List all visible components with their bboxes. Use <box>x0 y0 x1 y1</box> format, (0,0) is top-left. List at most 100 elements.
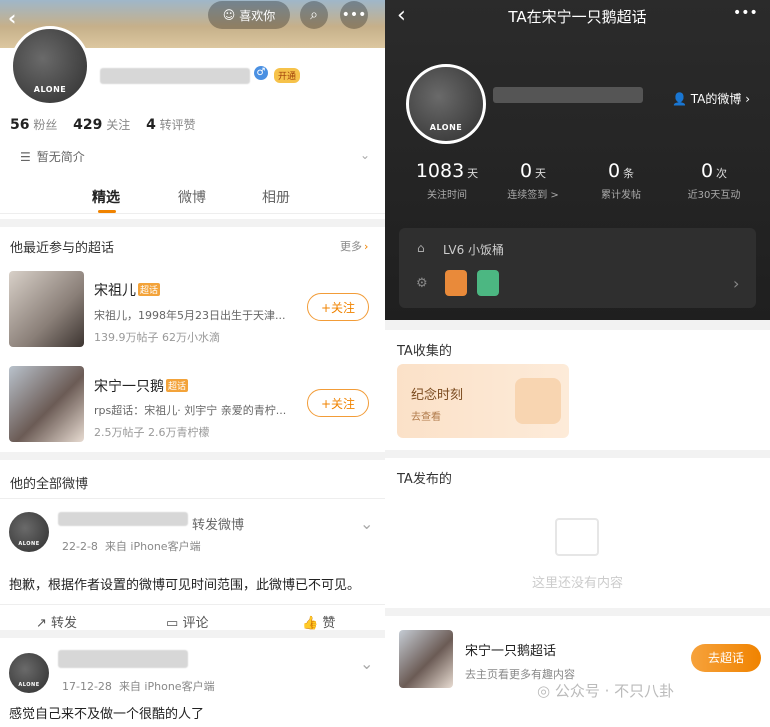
post-source-1: 来自 iPhone客户端 <box>104 540 201 553</box>
vip-badge[interactable]: 开通 <box>274 68 301 83</box>
ta-weibo-label: TA的微博 <box>690 92 742 106</box>
badge-green[interactable] <box>477 270 499 296</box>
divider <box>0 219 385 227</box>
supertopic-footer[interactable]: 宋宁一只鹅超话 去主页看更多有趣内容 去超话 ◎ 公众号 · 不只八卦 <box>385 616 770 727</box>
stat-num: 0 <box>607 160 621 182</box>
profile-counts: 56 粉丝 429 关注 4 转评赞 <box>10 116 196 133</box>
stat-unit: 条 <box>623 167 635 180</box>
like-label: 喜欢你 <box>239 8 276 23</box>
stat-num: 0 <box>519 160 533 182</box>
supertopic-meta-2: 2.5万帖子 2.6万青柠檬 <box>94 426 210 439</box>
go-supertopic-button[interactable]: 去超话 <box>691 644 761 672</box>
avatar-text: ALONE <box>18 541 40 548</box>
memory-card[interactable]: 纪念时刻 去查看 <box>397 364 569 438</box>
divider <box>0 452 385 460</box>
post-actions-bar: ↗ 转发 ▭ 评论 👍 赞 <box>0 604 385 638</box>
stat-label: 连续签到 > <box>507 190 559 201</box>
post-avatar-1[interactable]: ALONE <box>8 511 50 553</box>
post-meta-2: 17-12-28 来自 iPhone客户端 <box>62 678 215 694</box>
thumb-up-icon: 👍 <box>302 616 319 631</box>
page-title: TA在宋宁一只鹅超话 <box>508 8 647 26</box>
chevron-down-icon[interactable]: ⌄ <box>360 148 370 162</box>
follow-button-1[interactable]: +关注 <box>307 293 369 321</box>
post-action-1: 转发微博 <box>192 518 245 533</box>
search-icon: ⌕ <box>310 7 318 23</box>
badge-orange[interactable] <box>445 270 467 296</box>
empty-text: 这里还没有内容 <box>531 576 623 591</box>
post-username-blurred-2 <box>58 650 188 668</box>
comment-label: 评论 <box>182 616 209 631</box>
post-meta-1: 22-2-8 来自 iPhone客户端 <box>62 538 201 554</box>
repost-label: 转评赞 <box>159 118 196 132</box>
tab-featured[interactable]: 精选 <box>92 187 120 207</box>
supertopic-name-2-text: 宋宁一只鹅 <box>94 379 164 395</box>
chevron-down-icon[interactable]: ⌄ <box>360 514 373 533</box>
avatar-text: ALONE <box>429 123 463 133</box>
like-post-button[interactable]: 👍 赞 <box>302 612 335 631</box>
comment-button[interactable]: ▭ 评论 <box>166 612 208 631</box>
post-source-2: 来自 iPhone客户端 <box>118 680 215 693</box>
level-card[interactable]: ⌂ LV6 小饭桶 ⚙ › <box>399 228 756 308</box>
like-button[interactable]: ☺ 喜欢你 <box>208 1 290 29</box>
stat-interactions: 0 次近30天互动 <box>669 160 759 201</box>
post-content-2: 感觉自己来不及做一个很酷的人了 <box>9 707 205 722</box>
more-icon[interactable]: ••• <box>733 5 758 21</box>
like-label: 赞 <box>322 616 336 631</box>
follow-button-2[interactable]: +关注 <box>307 389 369 417</box>
post-avatar-2[interactable]: ALONE <box>8 652 50 694</box>
gift-icon <box>515 378 561 424</box>
empty-box-icon <box>555 518 599 556</box>
avatar-text: ALONE <box>33 85 67 95</box>
supertopic-chip-2: 超话 <box>166 379 189 392</box>
tab-album[interactable]: 相册 <box>262 187 290 207</box>
more-label: 更多 <box>340 240 362 253</box>
supertopic-desc-2: rps超话：宋祖儿· 刘宇宁 亲爱的青柠... <box>94 404 287 417</box>
post-date-1: 22-2-8 <box>62 540 98 553</box>
more-link[interactable]: 更多 › <box>340 238 368 254</box>
supertopic-name-1-text: 宋祖儿 <box>94 283 136 299</box>
stat-unit: 天 <box>535 167 547 180</box>
stat-label: 累计发帖 <box>601 190 641 201</box>
username-blurred <box>100 68 250 84</box>
ta-weibo-link[interactable]: 👤 TA的微博 › <box>672 90 750 107</box>
collect-title: TA收集的 <box>397 344 452 359</box>
repost-count[interactable]: 4 <box>146 117 156 133</box>
level-text: LV6 小饭桶 <box>443 243 505 257</box>
intro-row[interactable]: ☰ 暂无简介 ⌄ <box>20 148 370 165</box>
back-button[interactable]: ‹ <box>8 6 16 30</box>
fans-label: 粉丝 <box>33 118 58 132</box>
fans-count[interactable]: 56 <box>10 117 29 133</box>
more-icon: ••• <box>341 7 367 23</box>
stat-unit: 天 <box>467 167 479 180</box>
follow-count[interactable]: 429 <box>73 117 102 133</box>
supertopic-meta-1: 139.9万帖子 62万小水滴 <box>94 331 220 344</box>
tab-active-indicator <box>98 210 116 213</box>
chevron-down-icon[interactable]: ⌄ <box>360 654 373 673</box>
supertopic-thumb-2[interactable] <box>9 366 84 442</box>
stat-posts: 0 条累计发帖 <box>581 160 661 201</box>
avatar-text: ALONE <box>18 682 40 689</box>
repost-button[interactable]: ↗ 转发 <box>36 612 77 631</box>
collect-section: TA收集的 纪念时刻 去查看 <box>385 330 770 450</box>
username-blurred <box>493 87 643 103</box>
search-button[interactable]: ⌕ <box>300 1 328 29</box>
chevron-right-icon: › <box>733 274 740 293</box>
stat-checkin[interactable]: 0 天连续签到 > <box>493 160 573 201</box>
more-button[interactable]: ••• <box>340 1 368 29</box>
supertopic-thumb-1[interactable] <box>9 271 84 347</box>
stat-num: 1083 <box>415 160 465 182</box>
chevron-right-icon: › <box>364 240 369 253</box>
stats-row: 1083 天关注时间 0 天连续签到 > 0 条累计发帖 0 次近30天互动 <box>385 160 770 210</box>
stat-num: 0 <box>700 160 714 182</box>
follow-label: 关注 <box>106 118 131 132</box>
supertopic-name-1[interactable]: 宋祖儿 超话 <box>94 280 161 300</box>
repost-icon: ↗ <box>36 616 47 631</box>
memory-card-title: 纪念时刻 <box>411 388 464 403</box>
supertopic-name-2[interactable]: 宋宁一只鹅 超话 <box>94 376 189 396</box>
stat-label: 近30天互动 <box>687 190 741 201</box>
like-icon: ☺ <box>222 8 236 22</box>
avatar[interactable]: ALONE <box>406 64 486 144</box>
avatar[interactable]: ALONE <box>10 26 90 106</box>
publish-title: TA发布的 <box>397 472 452 487</box>
tab-weibo[interactable]: 微博 <box>178 187 206 207</box>
